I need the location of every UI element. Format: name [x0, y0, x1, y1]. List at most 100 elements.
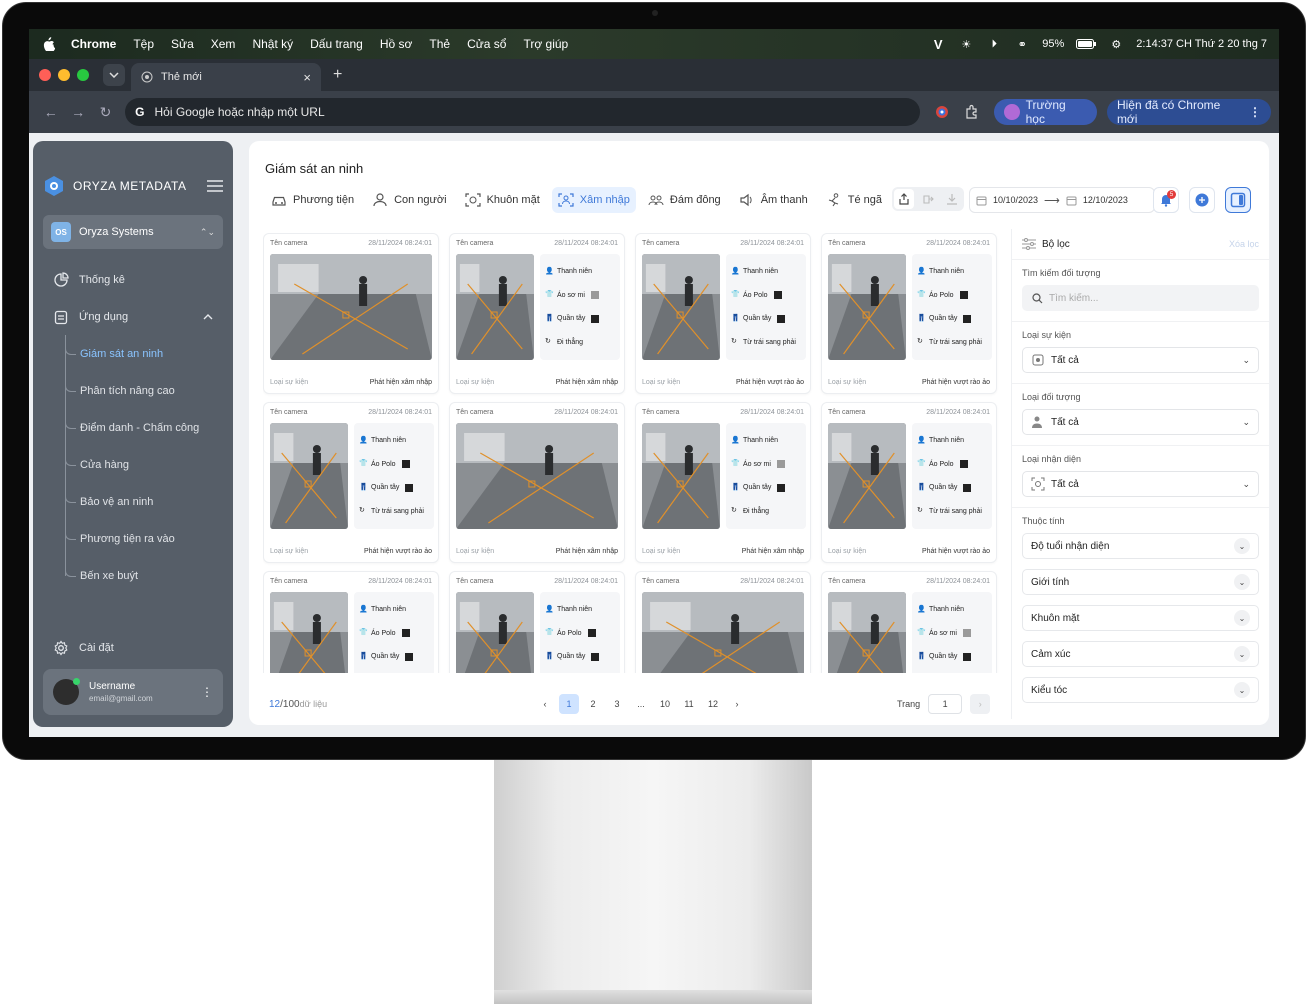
menu-history[interactable]: Nhật ký [252, 37, 293, 51]
card-thumbnail[interactable] [270, 592, 348, 673]
card-thumbnail[interactable] [270, 254, 432, 360]
clear-filter-link[interactable]: Xóa lọc [1229, 239, 1259, 249]
close-window-button[interactable] [39, 69, 51, 81]
more-vert-icon[interactable]: ⋮ [201, 685, 213, 699]
org-switcher[interactable]: OS Oryza Systems ⌃⌄ [43, 215, 223, 249]
menu-chrome[interactable]: Chrome [71, 37, 116, 51]
address-bar[interactable]: G Hỏi Google hoặc nhập một URL [125, 98, 920, 126]
menu-file[interactable]: Tệp [133, 37, 154, 51]
card-thumbnail[interactable] [270, 423, 348, 529]
sidebar-subitem-attendance[interactable]: Điểm danh - Chấm công [57, 409, 233, 446]
sidebar-subitem-security-guard[interactable]: Bảo vệ an ninh [57, 483, 233, 520]
sidebar-subitem-bus-station[interactable]: Bến xe buýt [57, 557, 233, 594]
card-thumbnail[interactable] [456, 254, 534, 360]
object-type-select[interactable]: Tất cả ⌄ [1022, 409, 1259, 435]
extension-color-icon[interactable] [934, 104, 950, 120]
menu-view[interactable]: Xem [211, 37, 236, 51]
card-thumbnail[interactable] [828, 423, 906, 529]
play-icon[interactable]: ⏵ [986, 36, 1002, 52]
date-range-picker[interactable]: 10/10/2023 ⟶ 12/10/2023 [969, 187, 1155, 213]
event-card[interactable]: Tên camera 28/11/2024 08:24:01 👤 Thanh niên… [821, 571, 997, 673]
update-chrome-button[interactable]: Hiện đã có Chrome mới ⋮ [1106, 98, 1271, 126]
hamburger-icon[interactable] [207, 180, 223, 192]
card-thumbnail[interactable] [828, 254, 906, 360]
back-icon[interactable]: ← [37, 104, 64, 120]
notifications-button[interactable]: 5 [1153, 187, 1179, 213]
browser-tab[interactable]: Thẻ mới × [131, 63, 321, 91]
page-number[interactable]: 12 [703, 694, 723, 714]
extensions-puzzle-icon[interactable] [964, 104, 980, 120]
sidebar-item-settings[interactable]: Cài đặt [33, 629, 233, 666]
sidebar-item-stats[interactable]: Thống kê [33, 261, 233, 298]
accordion-age[interactable]: Độ tuổi nhận diện ⌄ [1022, 533, 1259, 559]
airpods-icon[interactable]: ⚭ [1014, 36, 1030, 52]
profile-button[interactable]: Trường học [993, 98, 1097, 126]
event-card[interactable]: Tên camera 28/11/2024 08:24:01 [635, 571, 811, 673]
card-thumbnail[interactable] [642, 592, 804, 673]
menu-help[interactable]: Trợ giúp [523, 37, 568, 51]
clock[interactable]: 2:14:37 CH Thứ 2 20 thg 7 [1136, 38, 1267, 50]
battery-icon[interactable] [1076, 39, 1097, 49]
page-number[interactable]: 1 [559, 694, 579, 714]
toggle-filter-panel-button[interactable] [1225, 187, 1251, 213]
tab-vehicle[interactable]: Phương tiện [265, 187, 360, 213]
tab-person[interactable]: Con người [366, 187, 453, 213]
goto-next-icon[interactable]: › [970, 694, 991, 714]
page-number[interactable]: 10 [655, 694, 675, 714]
control-center-icon[interactable]: ⚙ [1108, 36, 1124, 52]
menu-profiles[interactable]: Hồ sơ [380, 37, 413, 51]
event-card[interactable]: Tên camera 28/11/2024 08:24:01 👤 Thanh niên… [449, 571, 625, 673]
accordion-hairstyle[interactable]: Kiểu tóc ⌄ [1022, 677, 1259, 703]
brightness-icon[interactable]: ☀ [958, 36, 974, 52]
ai-assistant-button[interactable] [1189, 187, 1215, 213]
page-number[interactable]: 11 [679, 694, 699, 714]
sidebar-subitem-store[interactable]: Cửa hàng [57, 446, 233, 483]
apple-icon[interactable] [41, 37, 55, 51]
event-type-select[interactable]: Tất cả ⌄ [1022, 347, 1259, 373]
event-card[interactable]: Tên camera 28/11/2024 08:24:01 👤 Thanh niên… [635, 233, 811, 394]
maximize-window-button[interactable] [77, 69, 89, 81]
card-thumbnail[interactable] [642, 423, 720, 529]
event-card[interactable]: Tên camera 28/11/2024 08:24:01 👤 Thanh niên… [263, 571, 439, 673]
sidebar-subitem-advanced-analytics[interactable]: Phân tích nâng cao [57, 372, 233, 409]
sidebar-subitem-vehicle-access[interactable]: Phương tiện ra vào [57, 520, 233, 557]
event-card[interactable]: Tên camera 28/11/2024 08:24:01 👤 Thanh niên… [449, 233, 625, 394]
accordion-emotion[interactable]: Cảm xúc ⌄ [1022, 641, 1259, 667]
sidebar-item-apps[interactable]: Ứng dụng [33, 298, 233, 335]
recognition-type-select[interactable]: Tất cả ⌄ [1022, 471, 1259, 497]
card-thumbnail[interactable] [456, 423, 618, 529]
menu-tab[interactable]: Thẻ [429, 37, 450, 51]
menu-window[interactable]: Cửa sổ [467, 37, 506, 51]
tab-search-button[interactable] [103, 64, 125, 86]
object-search-input[interactable]: Tìm kiếm... [1022, 285, 1259, 311]
card-thumbnail[interactable] [456, 592, 534, 673]
sidebar-subitem-security-monitoring[interactable]: Giám sát an ninh [57, 335, 233, 372]
event-card[interactable]: Tên camera 28/11/2024 08:24:01 Loại sự kiệ… [449, 402, 625, 563]
next-page-icon[interactable]: › [727, 694, 747, 714]
tab-crowd[interactable]: Đám đông [642, 187, 727, 213]
tab-intrusion[interactable]: Xâm nhập [551, 187, 636, 213]
event-card[interactable]: Tên camera 28/11/2024 08:24:01 👤 Thanh niên… [635, 402, 811, 563]
page-number[interactable]: 2 [583, 694, 603, 714]
event-card[interactable]: Tên camera 28/11/2024 08:24:01 👤 Thanh niên… [821, 402, 997, 563]
tab-sound[interactable]: Âm thanh [733, 187, 814, 213]
menu-bookmarks[interactable]: Dấu trang [310, 37, 363, 51]
event-card[interactable]: Tên camera 28/11/2024 08:24:01 👤 Thanh niên… [263, 402, 439, 563]
user-card[interactable]: Username email@gmail.com ⋮ [43, 669, 223, 715]
accordion-gender[interactable]: Giới tính ⌄ [1022, 569, 1259, 595]
card-thumbnail[interactable] [642, 254, 720, 360]
close-tab-icon[interactable]: × [303, 70, 311, 85]
card-thumbnail[interactable] [828, 592, 906, 673]
forward-icon[interactable]: → [64, 104, 91, 120]
share-icon[interactable] [894, 189, 914, 209]
event-card[interactable]: Tên camera 28/11/2024 08:24:01 Loại sự kiệ… [263, 233, 439, 394]
download-icon[interactable] [942, 189, 962, 209]
reload-icon[interactable]: ↻ [92, 104, 119, 121]
goto-page-input[interactable]: 1 [928, 694, 963, 714]
page-number[interactable]: 3 [607, 694, 627, 714]
tab-face[interactable]: Khuôn mặt [459, 187, 546, 213]
export-icon[interactable] [918, 189, 938, 209]
menu-edit[interactable]: Sửa [171, 37, 194, 51]
prev-page-icon[interactable]: ‹ [535, 694, 555, 714]
event-card[interactable]: Tên camera 28/11/2024 08:24:01 👤 Thanh niên… [821, 233, 997, 394]
